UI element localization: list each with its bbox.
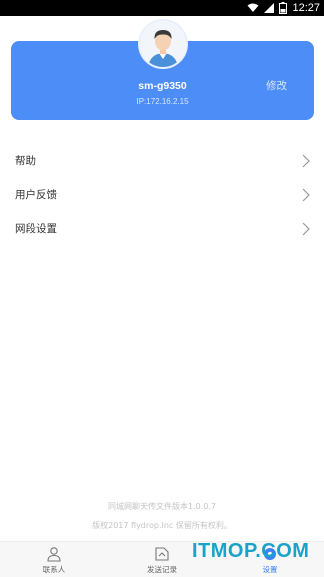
person-icon bbox=[47, 547, 61, 562]
battery-icon bbox=[279, 2, 288, 14]
wifi-icon bbox=[247, 3, 259, 12]
device-ip: IP:172.16.2.15 bbox=[136, 97, 189, 106]
tab-label: 设置 bbox=[262, 565, 278, 574]
chevron-right-icon bbox=[302, 154, 310, 168]
chevron-right-icon bbox=[302, 188, 310, 202]
tab-label: 发送记录 bbox=[147, 565, 177, 574]
menu-item-network-segment[interactable]: 网段设置 bbox=[0, 212, 324, 246]
avatar-icon bbox=[140, 21, 186, 67]
copyright-text: 版权2017 flydrop.Inc 保留所有权利。 bbox=[92, 521, 232, 530]
status-bar: 12:27 bbox=[0, 0, 324, 16]
file-icon bbox=[155, 547, 169, 561]
watermark-logo: ITMOP.COM bbox=[192, 540, 310, 562]
menu-item-help[interactable]: 帮助 bbox=[0, 144, 324, 178]
menu-item-label: 网段设置 bbox=[15, 223, 57, 235]
menu-item-label: 用户反馈 bbox=[15, 189, 57, 201]
status-icons: 12:27 bbox=[247, 1, 320, 15]
menu-item-label: 帮助 bbox=[15, 155, 36, 167]
tab-contacts[interactable]: 联系人 bbox=[24, 542, 84, 577]
version-text: 同城网聊天传文件版本1.0.0.7 bbox=[108, 502, 216, 511]
avatar[interactable] bbox=[140, 21, 186, 67]
chevron-right-icon bbox=[302, 222, 310, 236]
tab-send-records[interactable]: 发送记录 bbox=[132, 542, 192, 577]
menu-item-feedback[interactable]: 用户反馈 bbox=[0, 178, 324, 212]
status-time: 12:27 bbox=[292, 2, 320, 14]
edit-button[interactable]: 修改 bbox=[266, 78, 287, 93]
tab-label: 联系人 bbox=[42, 565, 66, 574]
signal-icon bbox=[264, 3, 275, 13]
